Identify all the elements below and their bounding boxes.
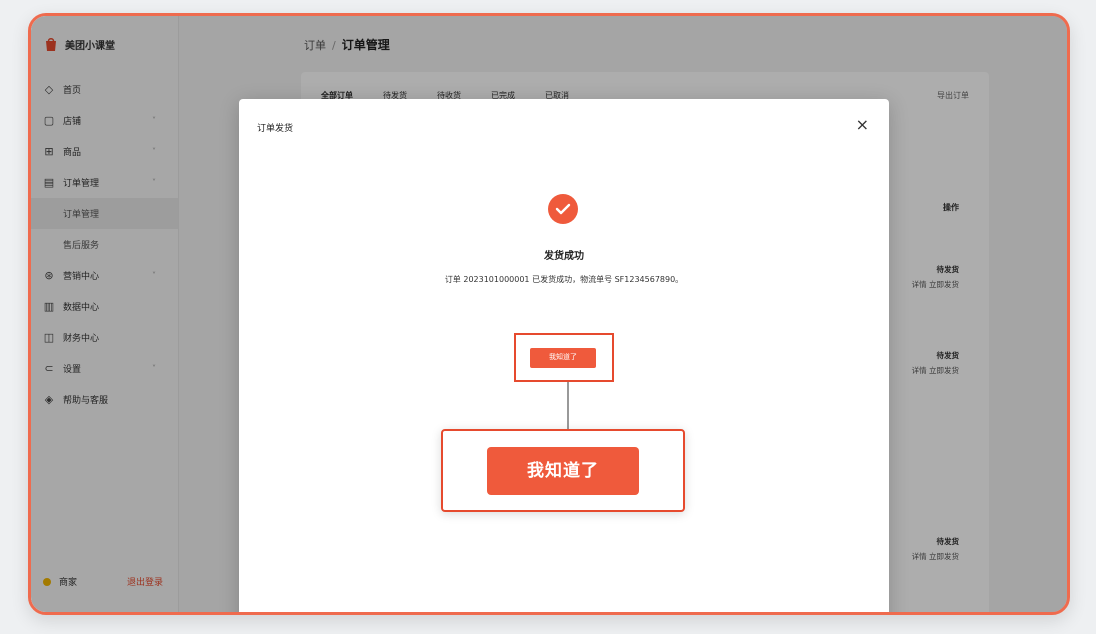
close-icon[interactable]: × [856, 115, 869, 134]
callout-connector [567, 382, 569, 429]
modal-title: 订单发货 [257, 124, 294, 134]
acknowledge-button[interactable]: 我知道了 [530, 348, 596, 368]
success-check-icon [548, 194, 578, 224]
result-description: 订单 2023101000001 已发货成功，物流单号 SF1234567890… [444, 275, 684, 284]
result-title: 发货成功 [544, 251, 584, 262]
app-window: 美团小课堂 ◇ 首页 ▢ 店铺 ˅ ⊞ 商品 ˅ ▤ 订单管理 ˅ 订单管理 售后服务 ⊛ 营销中心 ˅ ▥ 数据… [28, 13, 1070, 615]
shipment-modal: 订单发货 × 发货成功 订单 2023101000001 已发货成功，物流单号 … [239, 99, 889, 612]
acknowledge-button-zoomed[interactable]: 我知道了 [487, 447, 639, 495]
highlight-box-small: 我知道了 [514, 333, 614, 382]
highlight-box-zoomed: 我知道了 [441, 429, 685, 512]
